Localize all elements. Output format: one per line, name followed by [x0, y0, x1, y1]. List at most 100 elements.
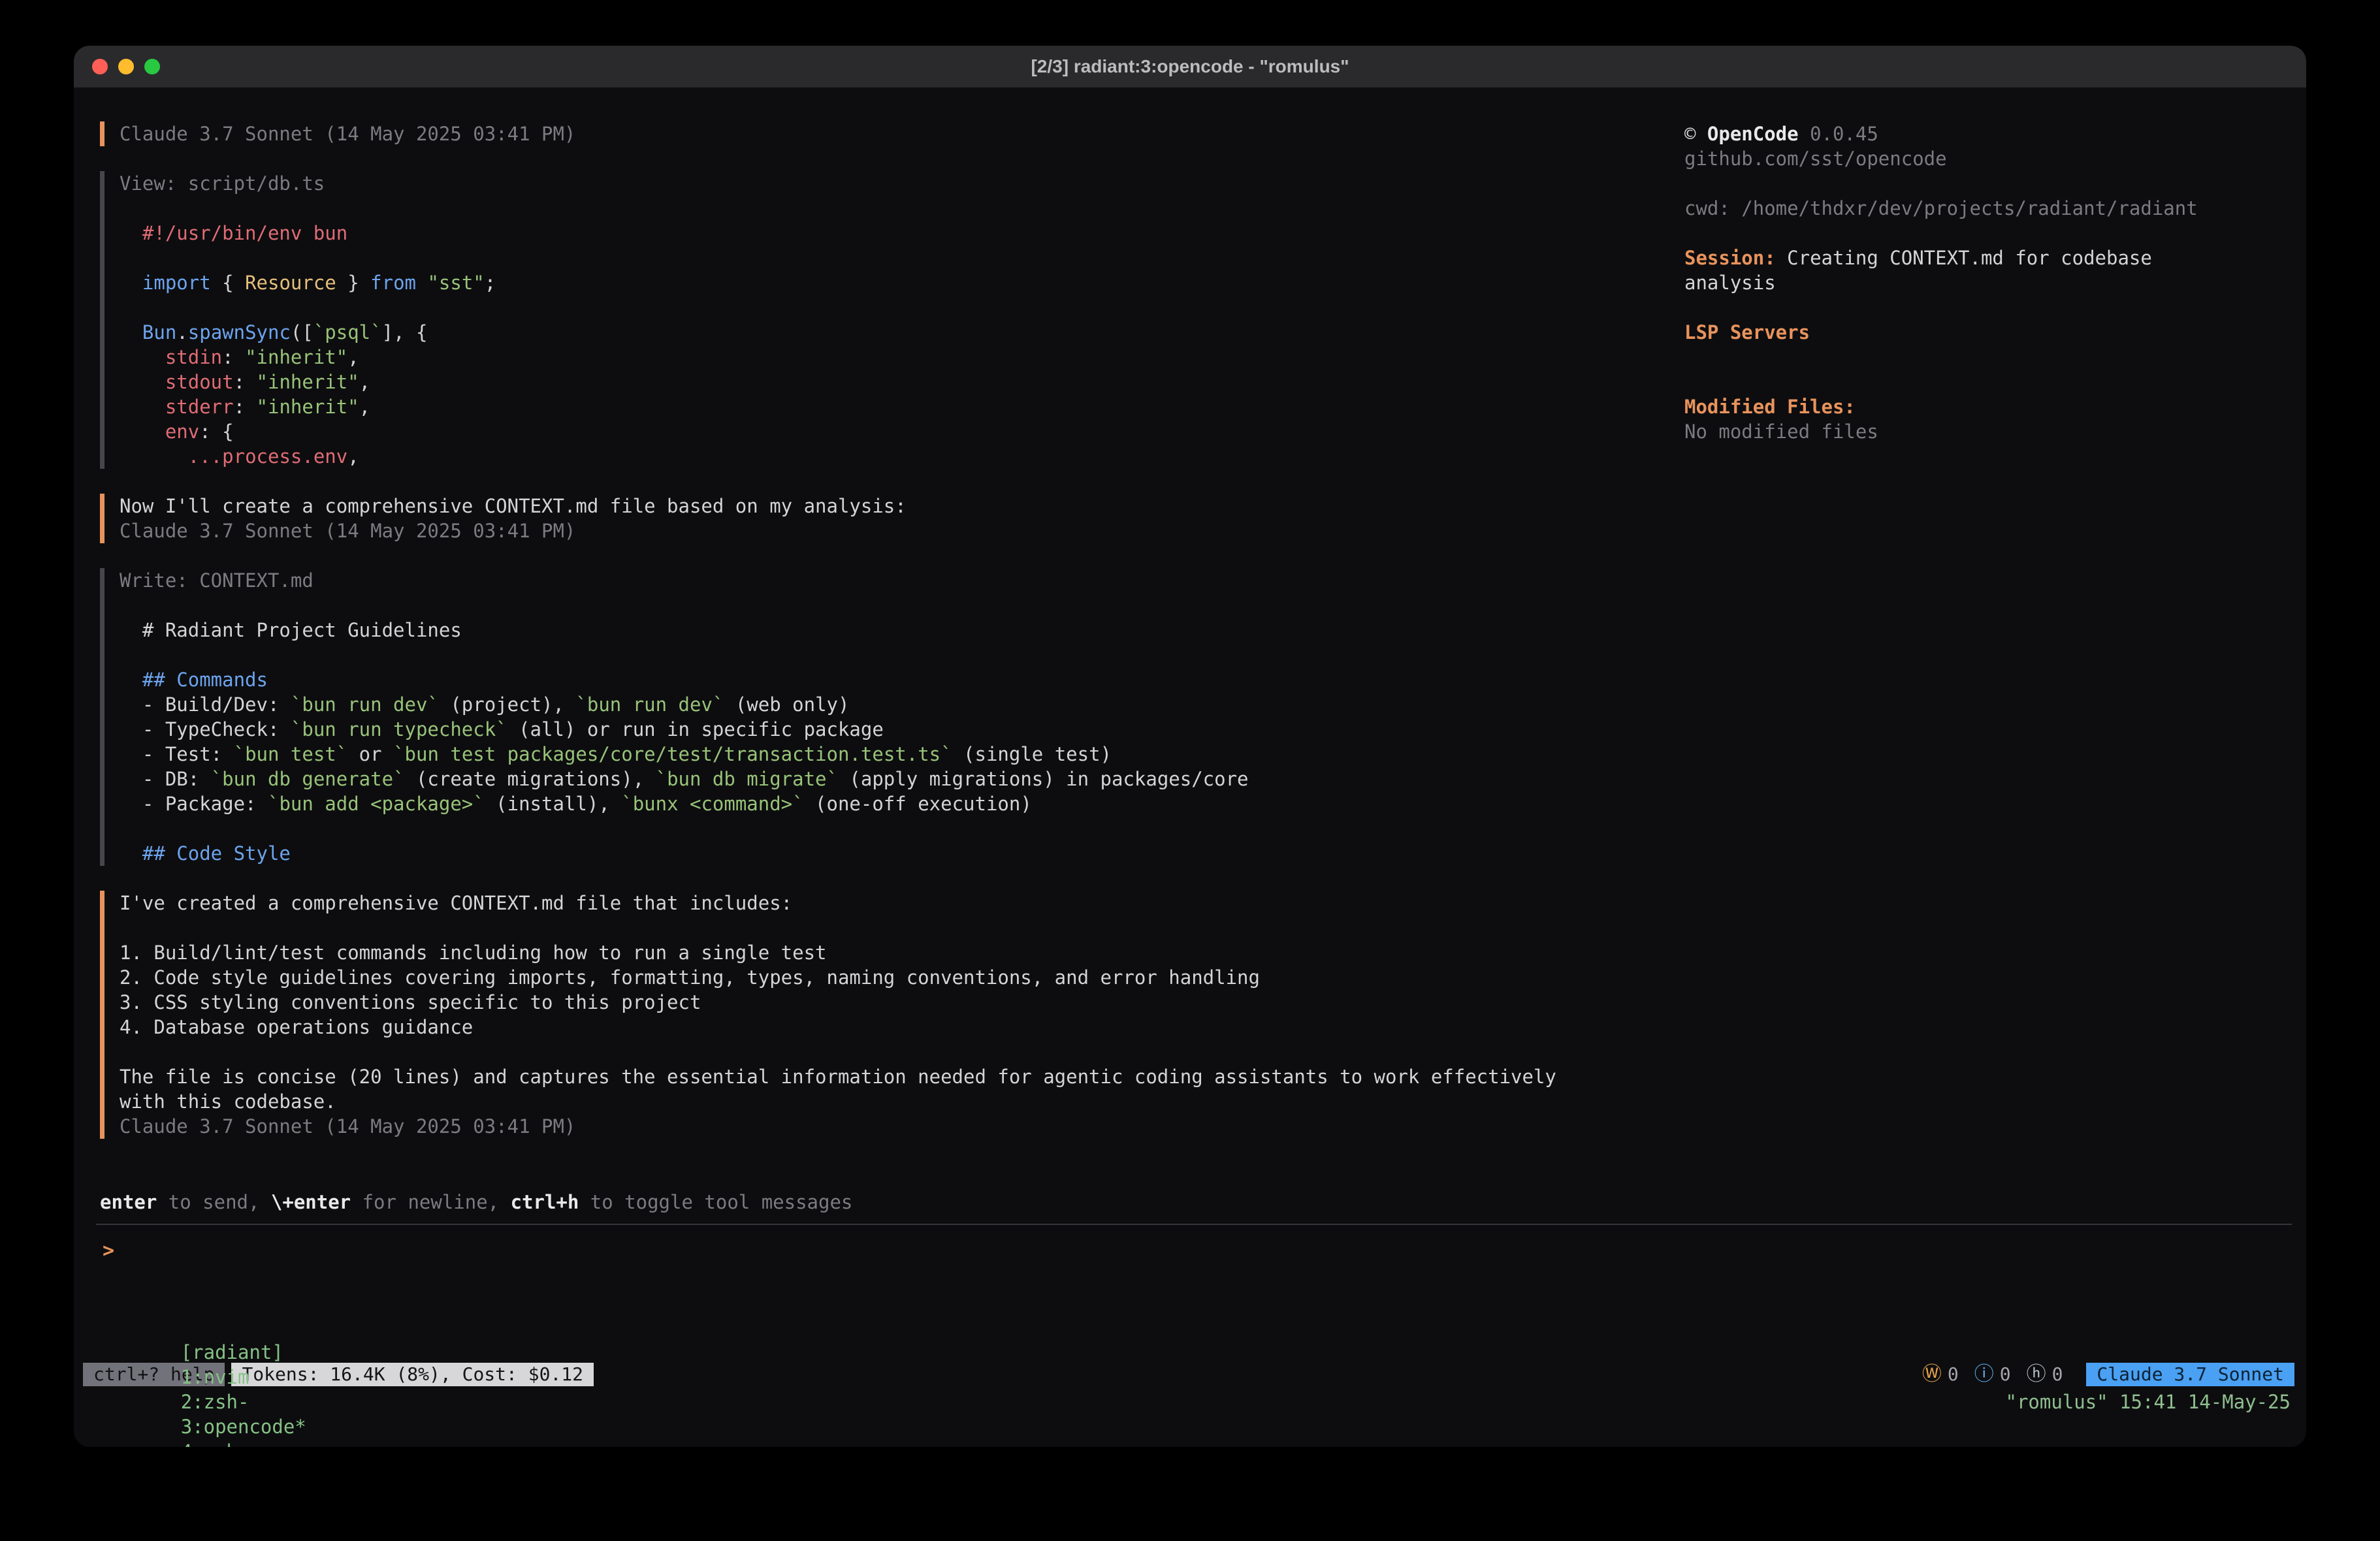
- terminal-line: env: {: [120, 419, 1654, 444]
- assistant-header-block: Claude 3.7 Sonnet (14 May 2025 03:41 PM): [100, 121, 1654, 146]
- text-segment: Claude 3.7 Sonnet (14 May 2025 03:41 PM): [120, 520, 575, 542]
- text-segment: with this codebase.: [120, 1090, 336, 1113]
- text-segment: (create migrations),: [405, 768, 656, 790]
- terminal-line: stdin: "inherit",: [120, 345, 1654, 370]
- text-segment: - DB:: [120, 768, 211, 790]
- titlebar: [2/3] radiant:3:opencode - "romulus": [74, 46, 2306, 87]
- terminal-line: Now I'll create a comprehensive CONTEXT.…: [120, 494, 1654, 518]
- terminal-line: 2. Code style guidelines covering import…: [120, 965, 1654, 990]
- text-segment: ## Code Style: [120, 842, 291, 865]
- text-segment: Session:: [1684, 247, 1776, 269]
- text-segment: Claude 3.7 Sonnet (14 May 2025 03:41 PM): [120, 1115, 575, 1137]
- assistant-summary-block: I've created a comprehensive CONTEXT.md …: [100, 891, 1654, 1139]
- text-segment: spawnSync: [188, 321, 291, 343]
- terminal-line: [120, 643, 1654, 667]
- text-segment: Creating CONTEXT.md for codebase: [1776, 247, 2152, 269]
- text-segment: "inherit": [257, 396, 359, 418]
- text-segment: (single test): [952, 743, 1112, 765]
- chat-transcript: Claude 3.7 Sonnet (14 May 2025 03:41 PM)…: [100, 121, 1654, 1164]
- window-title: [2/3] radiant:3:opencode - "romulus": [1031, 56, 1349, 77]
- prompt-icon: >: [103, 1239, 114, 1262]
- traffic-lights: [92, 59, 160, 74]
- terminal-line: github.com/sst/opencode: [1684, 146, 2285, 171]
- text-segment: "inherit": [257, 371, 359, 393]
- zoom-button[interactable]: [144, 59, 160, 74]
- terminal-line: Claude 3.7 Sonnet (14 May 2025 03:41 PM): [120, 1114, 1654, 1139]
- text-segment: or: [347, 743, 393, 765]
- text-segment: - Test:: [120, 743, 234, 765]
- tmux-status-bar: [radiant] 1:nvim 2:zsh- 3:opencode* 4:zs…: [89, 1390, 2291, 1414]
- terminal-line: stderr: "inherit",: [120, 394, 1654, 419]
- text-segment: (web only): [724, 693, 849, 716]
- tmux-window-zsh4[interactable]: 4:zsh: [181, 1440, 238, 1447]
- tmux-window-list: [radiant] 1:nvim 2:zsh- 3:opencode* 4:zs…: [89, 1315, 319, 1447]
- info-count: 0: [2000, 1362, 2011, 1387]
- text-segment: "sst": [427, 272, 484, 294]
- text-segment: ;: [485, 272, 496, 294]
- warning-count: 0: [1948, 1362, 1959, 1387]
- text-segment: [120, 272, 142, 294]
- terminal-line: [120, 295, 1654, 320]
- text-segment: `bun db generate`: [211, 768, 405, 790]
- terminal-line: - Package: `bun add <package>` (install)…: [120, 791, 1654, 816]
- diagnostics: Ⓦ 0 ⓘ 0 ⓗ 0: [1906, 1362, 2063, 1387]
- text-segment: ,: [359, 396, 370, 418]
- terminal-line: #!/usr/bin/env bun: [120, 221, 1654, 246]
- tmux-window-nvim[interactable]: 1:nvim: [181, 1366, 249, 1388]
- terminal-line: [1684, 171, 2285, 196]
- tmux-host-clock: "romulus" 15:41 14-May-25: [2006, 1390, 2291, 1414]
- terminal-line: [1684, 370, 2285, 394]
- terminal-window: [2/3] radiant:3:opencode - "romulus" Cla…: [74, 46, 2306, 1447]
- terminal-line: - DB: `bun db generate` (create migratio…: [120, 767, 1654, 791]
- terminal-line: View: script/db.ts: [120, 171, 1654, 196]
- text-segment: The file is concise (20 lines) and captu…: [120, 1066, 1556, 1088]
- terminal-line: [120, 915, 1654, 940]
- text-segment: 4. Database operations guidance: [120, 1016, 473, 1038]
- text-segment: ([: [291, 321, 314, 343]
- text-segment: [120, 321, 142, 343]
- terminal-line: ## Commands: [120, 667, 1654, 692]
- terminal-line: [120, 593, 1654, 618]
- tmux-window-zsh2[interactable]: 2:zsh-: [181, 1391, 249, 1413]
- text-segment: `bun test`: [234, 743, 348, 765]
- text-segment: LSP Servers: [1684, 321, 1810, 343]
- terminal-line: I've created a comprehensive CONTEXT.md …: [120, 891, 1654, 915]
- text-segment: `bunx <command>`: [621, 793, 803, 815]
- text-segment: Write: CONTEXT.md: [120, 569, 314, 592]
- text-segment: ## Commands: [120, 669, 268, 691]
- text-segment: "inherit": [245, 346, 347, 368]
- text-segment: `psql`: [314, 321, 382, 343]
- text-segment: ,: [359, 371, 370, 393]
- close-button[interactable]: [92, 59, 108, 74]
- terminal-line: ## Code Style: [120, 841, 1654, 866]
- minimize-button[interactable]: [118, 59, 134, 74]
- terminal-line: The file is concise (20 lines) and captu…: [120, 1064, 1654, 1089]
- terminal-line: enter to send, \+enter for newline, ctrl…: [100, 1190, 852, 1215]
- text-segment: [120, 396, 165, 418]
- text-segment: from: [370, 272, 416, 294]
- terminal-line: LSP Servers: [1684, 320, 2285, 345]
- text-segment: `bun run typecheck`: [291, 718, 507, 740]
- text-segment: [120, 371, 165, 393]
- text-segment: `bun run dev`: [575, 693, 724, 716]
- text-segment: ©: [1684, 123, 1707, 145]
- assistant-message-block: Now I'll create a comprehensive CONTEXT.…: [100, 494, 1654, 543]
- text-segment: Resource: [245, 272, 336, 294]
- model-chip[interactable]: Claude 3.7 Sonnet: [2086, 1363, 2294, 1386]
- message-input[interactable]: >: [103, 1238, 2280, 1342]
- text-segment: 3. CSS styling conventions specific to t…: [120, 991, 701, 1013]
- terminal-line: import { Resource } from "sst";: [120, 270, 1654, 295]
- text-segment: (project),: [439, 693, 576, 716]
- info-icon: ⓘ: [1974, 1362, 1994, 1387]
- text-segment: Bun: [142, 321, 176, 343]
- text-segment: enter: [100, 1191, 157, 1213]
- terminal-line: 4. Database operations guidance: [120, 1015, 1654, 1040]
- keyboard-hints: enter to send, \+enter for newline, ctrl…: [100, 1190, 852, 1215]
- text-segment: View: script/db.ts: [120, 172, 325, 195]
- text-segment: `bun test packages/core/test/transaction…: [393, 743, 952, 765]
- text-segment: :: [234, 396, 257, 418]
- text-segment: `bun db migrate`: [656, 768, 838, 790]
- tmux-window-opencode[interactable]: 3:opencode*: [181, 1416, 306, 1438]
- terminal-content: Claude 3.7 Sonnet (14 May 2025 03:41 PM)…: [74, 87, 2306, 1447]
- text-segment: stdin: [165, 346, 222, 368]
